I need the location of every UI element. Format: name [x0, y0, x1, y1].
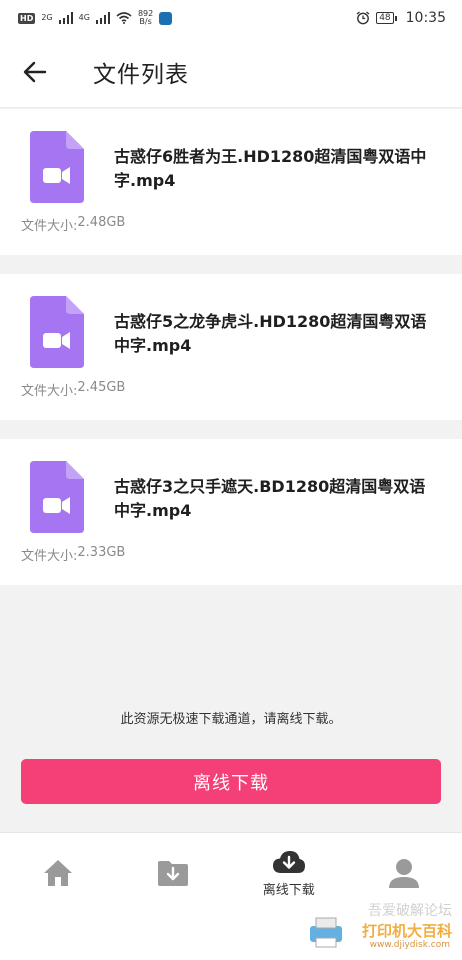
network-speed-unit: B/s — [139, 17, 152, 26]
nav-label: 离线下载 — [262, 882, 315, 898]
hd-badge: HD — [18, 12, 36, 24]
file-name: 古惑仔5之龙争虎斗.HD1280超清国粤双语中字.mp4 — [114, 312, 427, 355]
offline-download-button[interactable]: 离线下载 — [21, 759, 441, 804]
home-icon — [43, 860, 72, 886]
printer-logo-icon — [310, 917, 342, 948]
user-icon — [389, 859, 420, 888]
signal-icon — [95, 12, 110, 24]
video-file-icon — [30, 461, 84, 533]
file-name: 古惑仔6胜者为王.HD1280超清国粤双语中字.mp4 — [114, 147, 427, 190]
file-item[interactable]: 古惑仔3之只手遮天.BD1280超清国粤双语中字.mp4 文件大小: 2.33G… — [0, 439, 462, 585]
network-speed: 892 B/s — [138, 10, 153, 26]
status-right: 48 10:35 — [356, 10, 446, 26]
watermark-line-1: 吾爱破解论坛 — [368, 903, 452, 919]
watermark-line-2: 打印机大百科 — [361, 922, 452, 940]
nav-home[interactable] — [0, 833, 116, 913]
signal-icon — [58, 12, 73, 24]
status-bar: HD 2G 4G 892 B/s 48 10:35 — [0, 0, 462, 36]
back-button[interactable] — [0, 36, 70, 108]
file-item[interactable]: 古惑仔5之龙争虎斗.HD1280超清国粤双语中字.mp4 文件大小: 2.45G… — [0, 274, 462, 420]
file-size: 文件大小: 2.48GB — [21, 215, 125, 234]
file-size-label: 文件大小: — [21, 549, 78, 564]
watermark: 吾爱破解论坛 打印机大百科 www.djiydisk.com — [306, 898, 456, 954]
file-size-value: 2.48GB — [77, 215, 126, 230]
network-2g-label: 2G — [41, 13, 53, 22]
folder-download-icon — [158, 861, 189, 886]
download-notice: 此资源无极速下载通道，请离线下载。 — [120, 712, 342, 727]
file-size-value: 2.33GB — [77, 545, 126, 560]
file-item[interactable]: 古惑仔6胜者为王.HD1280超清国粤双语中字.mp4 文件大小: 2.48GB — [0, 109, 462, 255]
nav-local-files[interactable] — [116, 833, 232, 913]
clock: 10:35 — [405, 10, 446, 26]
watermark-line-3: www.djiydisk.com — [369, 940, 450, 950]
file-size: 文件大小: 2.45GB — [21, 380, 125, 399]
file-size-value: 2.45GB — [77, 380, 126, 395]
file-size: 文件大小: 2.33GB — [21, 545, 125, 564]
network-4g-label: 4G — [78, 13, 90, 22]
wifi-icon — [116, 12, 132, 24]
cloud-download-icon — [272, 850, 305, 873]
file-size-label: 文件大小: — [21, 219, 78, 234]
page-title: 文件列表 — [93, 61, 189, 88]
battery-indicator: 48 — [376, 12, 398, 24]
alarm-icon — [356, 11, 370, 25]
video-file-icon — [30, 296, 84, 368]
file-name: 古惑仔3之只手遮天.BD1280超清国粤双语中字.mp4 — [114, 477, 426, 520]
file-size-label: 文件大小: — [21, 384, 78, 399]
status-left: HD 2G 4G 892 B/s — [18, 10, 173, 26]
app-header: 文件列表 — [0, 36, 462, 108]
video-file-icon — [30, 131, 84, 203]
app-notification-icon — [159, 11, 173, 25]
arrow-left-icon — [23, 61, 47, 82]
